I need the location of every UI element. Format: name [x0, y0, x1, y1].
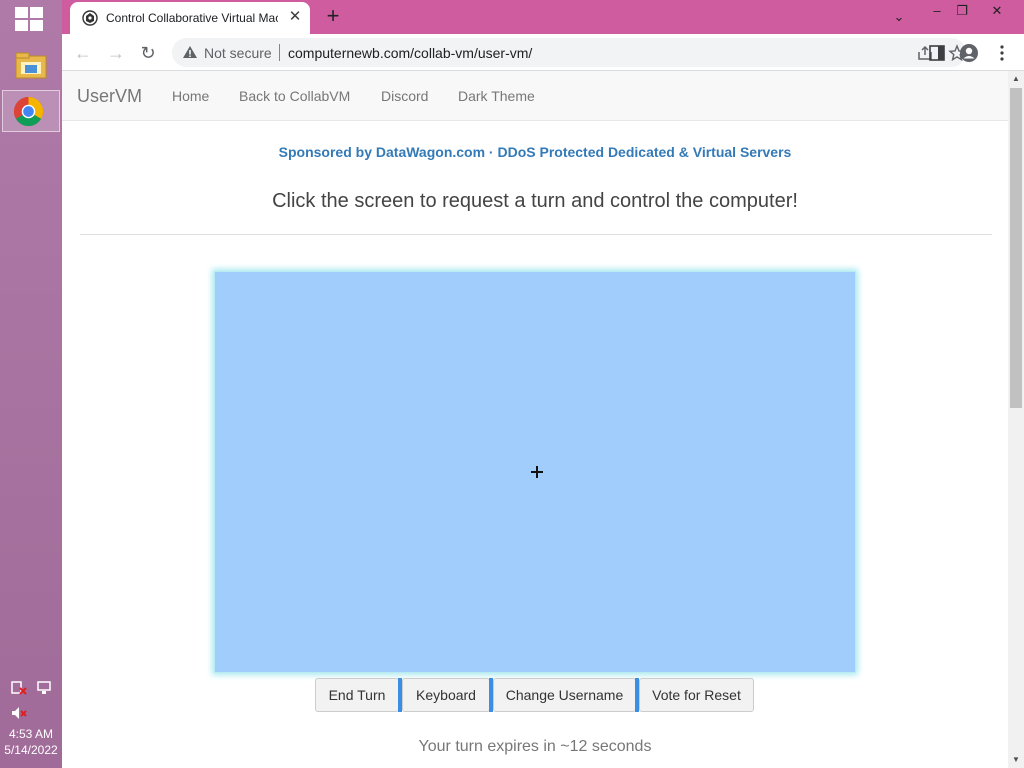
title-bar: Control Collaborative Virtual Machine ✕ …	[62, 0, 1024, 34]
url-text[interactable]: computernewb.com/collab-vm/user-vm/	[288, 45, 532, 61]
clock-date: 5/14/2022	[4, 743, 58, 757]
vote-for-reset-button[interactable]: Vote for Reset	[639, 678, 754, 712]
profile-avatar-icon[interactable]	[959, 43, 979, 63]
omnibox-divider	[279, 44, 280, 61]
turn-status-text: Your turn expires in ~12 seconds	[418, 738, 652, 755]
volume-muted-icon[interactable]	[10, 705, 28, 721]
nav-link-back-to-collabvm[interactable]: Back to CollabVM	[239, 88, 350, 104]
reload-button[interactable]: ↻	[135, 40, 161, 66]
tab-title: Control Collaborative Virtual Machine	[106, 11, 278, 25]
chrome-icon	[13, 96, 44, 127]
browser-toolbar: ← → ↻ Not secure computernewb.com/collab…	[62, 34, 1024, 71]
scroll-up-arrow-icon[interactable]: ▲	[1008, 71, 1024, 87]
page-content: UserVM Home Back to CollabVM Discord Dar…	[62, 71, 1008, 768]
change-username-button[interactable]: Change Username	[493, 678, 636, 712]
network-error-icon[interactable]	[10, 680, 28, 696]
nav-link-dark-theme[interactable]: Dark Theme	[458, 88, 535, 104]
collabvm-favicon-icon	[82, 10, 98, 26]
nav-link-discord[interactable]: Discord	[381, 88, 428, 104]
browser-window: Control Collaborative Virtual Machine ✕ …	[62, 0, 1024, 768]
tab-close-icon[interactable]: ✕	[286, 8, 304, 26]
back-button[interactable]: ←	[70, 40, 96, 66]
network-icon[interactable]	[35, 680, 53, 696]
keyboard-button[interactable]: Keyboard	[402, 678, 490, 712]
menu-kebab-icon[interactable]	[992, 43, 1012, 63]
browser-tab[interactable]: Control Collaborative Virtual Machine ✕	[70, 2, 310, 34]
vm-display[interactable]	[214, 271, 856, 673]
address-bar[interactable]: Not secure computernewb.com/collab-vm/us…	[172, 38, 966, 67]
sponsor-link[interactable]: Sponsored by DataWagon.com · DDoS Protec…	[62, 144, 1008, 160]
end-turn-button[interactable]: End Turn	[315, 678, 399, 712]
scroll-down-arrow-icon[interactable]: ▼	[1008, 752, 1024, 768]
page-scrollbar[interactable]: ▲ ▼	[1008, 71, 1024, 768]
file-explorer-icon[interactable]	[13, 48, 49, 82]
crosshair-cursor-icon	[530, 465, 544, 479]
windows-start-icon[interactable]	[15, 7, 45, 33]
divider	[80, 234, 992, 235]
scroll-thumb[interactable]	[1010, 88, 1022, 408]
nav-link-home[interactable]: Home	[172, 88, 209, 104]
site-navbar: UserVM Home Back to CollabVM Discord Dar…	[62, 71, 1008, 121]
forward-button[interactable]: →	[103, 40, 129, 66]
taskbar: 4:53 AM 5/14/2022	[0, 0, 62, 768]
site-brand[interactable]: UserVM	[77, 86, 142, 107]
chrome-taskbar-button[interactable]	[2, 90, 60, 132]
restore-button[interactable]: ❐	[947, 0, 977, 22]
side-panel-icon[interactable]	[927, 43, 947, 63]
close-window-button[interactable]: ✕	[982, 0, 1012, 22]
new-tab-button[interactable]: +	[322, 5, 344, 27]
warning-icon[interactable]	[182, 45, 198, 59]
tab-search-icon[interactable]: ⌄	[884, 6, 914, 28]
page-headline: Click the screen to request a turn and c…	[272, 190, 798, 212]
security-label[interactable]: Not secure	[204, 45, 272, 61]
clock-time: 4:53 AM	[8, 727, 54, 741]
system-clock[interactable]: 4:53 AM 5/14/2022	[0, 726, 62, 758]
